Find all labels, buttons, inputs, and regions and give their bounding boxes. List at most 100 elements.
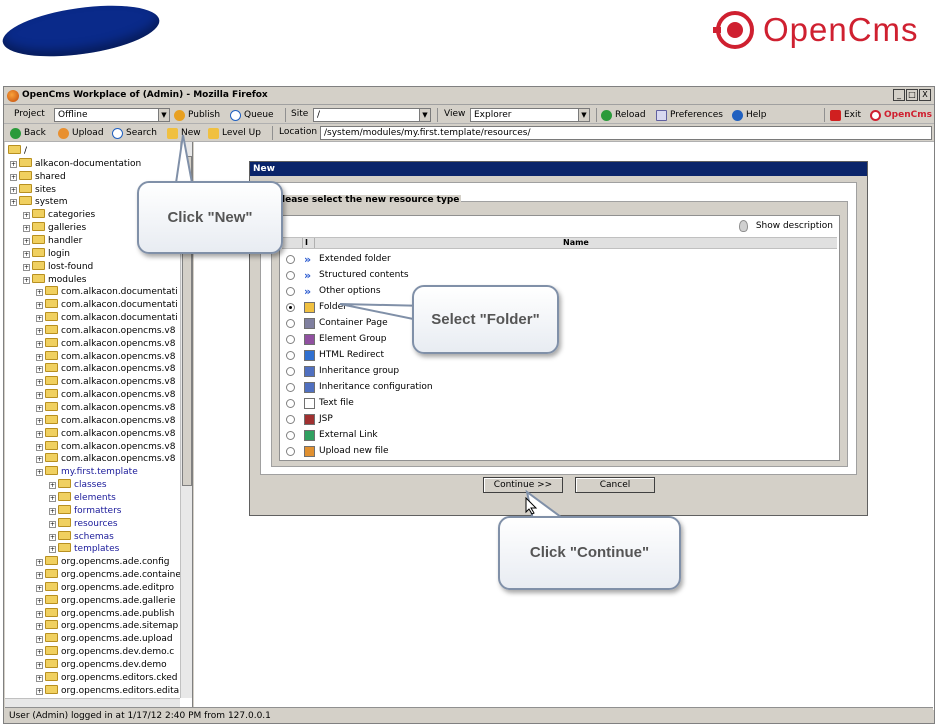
tree-item[interactable]: + org.opencms.ade.sitemap bbox=[36, 620, 178, 632]
resource-type-radio[interactable] bbox=[286, 287, 295, 296]
tree-item[interactable]: + com.alkacon.documentati bbox=[36, 286, 178, 298]
close-button[interactable]: X bbox=[919, 89, 931, 101]
resource-type-row[interactable]: Element Group bbox=[282, 331, 837, 347]
expand-toggle-icon[interactable]: + bbox=[36, 392, 43, 400]
expand-toggle-icon[interactable]: + bbox=[49, 482, 56, 490]
expand-toggle-icon[interactable]: + bbox=[36, 366, 43, 374]
expand-toggle-icon[interactable]: + bbox=[36, 379, 43, 387]
expand-toggle-icon[interactable]: + bbox=[36, 584, 43, 592]
preferences-button[interactable]: Preferences bbox=[656, 108, 723, 122]
expand-toggle-icon[interactable]: + bbox=[36, 674, 43, 682]
resource-type-radio[interactable] bbox=[286, 255, 295, 264]
resource-type-row[interactable]: JSP bbox=[282, 411, 837, 427]
location-input[interactable]: /system/modules/my.first.template/resour… bbox=[320, 126, 932, 140]
tree-item[interactable]: + sites bbox=[10, 183, 56, 196]
expand-toggle-icon[interactable]: + bbox=[36, 443, 43, 451]
tree-item[interactable]: + schemas bbox=[49, 530, 114, 543]
expand-toggle-icon[interactable]: + bbox=[49, 533, 56, 541]
expand-toggle-icon[interactable]: + bbox=[23, 263, 30, 271]
expand-toggle-icon[interactable]: + bbox=[49, 494, 56, 502]
show-description-button[interactable]: Show description bbox=[738, 220, 833, 232]
level-up-button[interactable]: Level Up bbox=[208, 126, 261, 140]
resource-type-radio[interactable] bbox=[286, 431, 295, 440]
tree-item[interactable]: + com.alkacon.opencms.v8 bbox=[36, 414, 175, 427]
resource-type-radio[interactable] bbox=[286, 383, 295, 392]
resource-type-row[interactable]: » Other options bbox=[282, 283, 837, 299]
publish-button[interactable]: Publish bbox=[174, 108, 220, 122]
tree-item[interactable]: + categories bbox=[23, 209, 95, 221]
expand-toggle-icon[interactable]: + bbox=[36, 430, 43, 438]
search-button[interactable]: Search bbox=[112, 126, 157, 140]
expand-toggle-icon[interactable]: + bbox=[10, 199, 17, 207]
tree-item[interactable]: + org.opencms.ade.config bbox=[36, 556, 170, 568]
tree-item[interactable]: + org.opencms.dev.demo.c bbox=[36, 646, 174, 658]
tree-item[interactable]: + templates bbox=[49, 543, 119, 555]
tree-item[interactable]: + my.first.template bbox=[36, 466, 138, 478]
resource-type-radio[interactable] bbox=[286, 367, 295, 376]
expand-toggle-icon[interactable]: + bbox=[36, 327, 43, 335]
help-button[interactable]: Help bbox=[732, 108, 767, 122]
expand-toggle-icon[interactable]: + bbox=[36, 649, 43, 657]
tree-item[interactable]: + galleries bbox=[23, 222, 86, 234]
tree-item[interactable]: + org.opencms.editors.cked bbox=[36, 671, 177, 684]
tree-item[interactable]: / bbox=[8, 145, 27, 157]
resource-type-row[interactable]: Upload new file bbox=[282, 443, 837, 459]
expand-toggle-icon[interactable]: + bbox=[23, 212, 30, 220]
expand-toggle-icon[interactable]: + bbox=[23, 276, 30, 284]
upload-button[interactable]: Upload bbox=[58, 126, 104, 140]
expand-toggle-icon[interactable]: + bbox=[36, 572, 43, 580]
resource-type-row[interactable]: Text file bbox=[282, 395, 837, 411]
tree-item[interactable]: + alkacon-documentation bbox=[10, 157, 141, 170]
expand-toggle-icon[interactable]: + bbox=[49, 507, 56, 515]
expand-toggle-icon[interactable]: + bbox=[36, 289, 43, 297]
expand-toggle-icon[interactable]: + bbox=[36, 623, 43, 631]
tree-item[interactable]: + org.opencms.ade.gallerie bbox=[36, 594, 175, 607]
tree-item[interactable]: + org.opencms.ade.publish bbox=[36, 607, 175, 620]
expand-toggle-icon[interactable]: + bbox=[23, 250, 30, 258]
resource-type-row[interactable]: Inheritance configuration bbox=[282, 379, 837, 395]
tree-item[interactable]: + classes bbox=[49, 479, 107, 491]
tree-item[interactable]: + shared bbox=[10, 170, 66, 183]
expand-toggle-icon[interactable]: + bbox=[36, 469, 43, 477]
tree-item[interactable]: + com.alkacon.opencms.v8 bbox=[36, 453, 175, 465]
tree-item[interactable]: + login bbox=[23, 247, 70, 260]
expand-toggle-icon[interactable]: + bbox=[36, 597, 43, 605]
continue-button[interactable]: Continue >> bbox=[483, 477, 563, 493]
expand-toggle-icon[interactable]: + bbox=[36, 456, 43, 464]
tree-item[interactable]: + com.alkacon.opencms.v8 bbox=[36, 324, 175, 337]
expand-toggle-icon[interactable]: + bbox=[36, 417, 43, 425]
expand-toggle-icon[interactable]: + bbox=[36, 405, 43, 412]
expand-toggle-icon[interactable]: + bbox=[36, 340, 43, 348]
expand-toggle-icon[interactable]: + bbox=[36, 636, 43, 644]
exit-button[interactable]: Exit bbox=[830, 108, 861, 122]
tree-item[interactable]: + com.alkacon.opencms.v8 bbox=[36, 440, 175, 453]
resource-type-row[interactable]: » Extended folder bbox=[282, 251, 837, 267]
tree-item[interactable]: + resources bbox=[49, 517, 118, 530]
tree-item[interactable]: + com.alkacon.opencms.v8 bbox=[36, 427, 175, 440]
expand-toggle-icon[interactable]: + bbox=[36, 610, 43, 618]
expand-toggle-icon[interactable]: + bbox=[36, 687, 43, 695]
tree-item[interactable]: + org.opencms.dev.demo bbox=[36, 659, 167, 671]
expand-toggle-icon[interactable]: + bbox=[49, 546, 56, 554]
site-select[interactable]: / ▼ bbox=[313, 108, 431, 122]
tree-item[interactable]: + lost-found bbox=[23, 260, 93, 273]
tree-item[interactable]: + com.alkacon.opencms.v8 bbox=[36, 376, 175, 388]
maximize-button[interactable]: □ bbox=[906, 89, 918, 101]
resource-type-row[interactable]: External Link bbox=[282, 427, 837, 443]
tree-item[interactable]: + org.opencms.ade.upload bbox=[36, 633, 173, 645]
expand-toggle-icon[interactable]: + bbox=[36, 315, 43, 323]
tree-item[interactable]: + org.opencms.editors.edita bbox=[36, 684, 179, 697]
resource-type-radio[interactable] bbox=[286, 335, 295, 344]
view-select[interactable]: Explorer ▼ bbox=[470, 108, 590, 122]
expand-toggle-icon[interactable]: + bbox=[10, 160, 17, 168]
reload-button[interactable]: Reload bbox=[601, 108, 646, 122]
minimize-button[interactable]: _ bbox=[893, 89, 905, 101]
resource-type-radio[interactable] bbox=[286, 415, 295, 424]
queue-button[interactable]: Queue bbox=[230, 108, 274, 122]
tree-item[interactable]: + com.alkacon.opencms.v8 bbox=[36, 337, 175, 350]
expand-toggle-icon[interactable]: + bbox=[36, 559, 43, 567]
expand-toggle-icon[interactable]: + bbox=[36, 353, 43, 361]
resource-type-radio[interactable] bbox=[286, 399, 295, 408]
tree-item[interactable]: + org.opencms.ade.containe bbox=[36, 569, 181, 581]
tree-item[interactable]: + com.alkacon.opencms.v8 bbox=[36, 350, 175, 363]
